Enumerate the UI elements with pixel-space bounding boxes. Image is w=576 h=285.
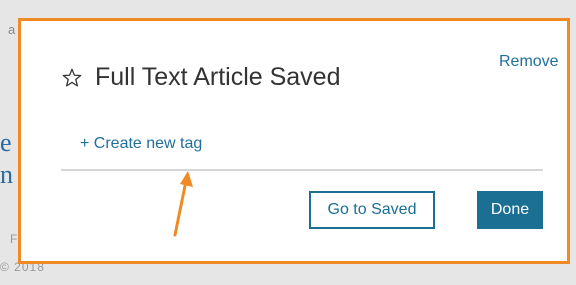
star-outline-icon[interactable] (61, 67, 83, 89)
done-button[interactable]: Done (477, 191, 543, 229)
background-heading-fragment: n (0, 160, 13, 189)
arrow-up-icon (173, 171, 193, 237)
background-text-fragment: F (10, 232, 18, 246)
go-to-saved-button[interactable]: Go to Saved (309, 191, 435, 229)
dialog-title: Full Text Article Saved (95, 63, 341, 91)
create-new-tag-link[interactable]: + Create new tag (80, 135, 202, 153)
dialog-title-row: Full Text Article Saved (61, 63, 340, 92)
background-text-fragment: a (8, 22, 16, 37)
remove-link[interactable]: Remove (499, 53, 559, 71)
divider (61, 169, 543, 171)
saved-article-dialog: Remove Full Text Article Saved + Create … (18, 18, 570, 264)
background-heading-fragment: e (0, 128, 12, 157)
